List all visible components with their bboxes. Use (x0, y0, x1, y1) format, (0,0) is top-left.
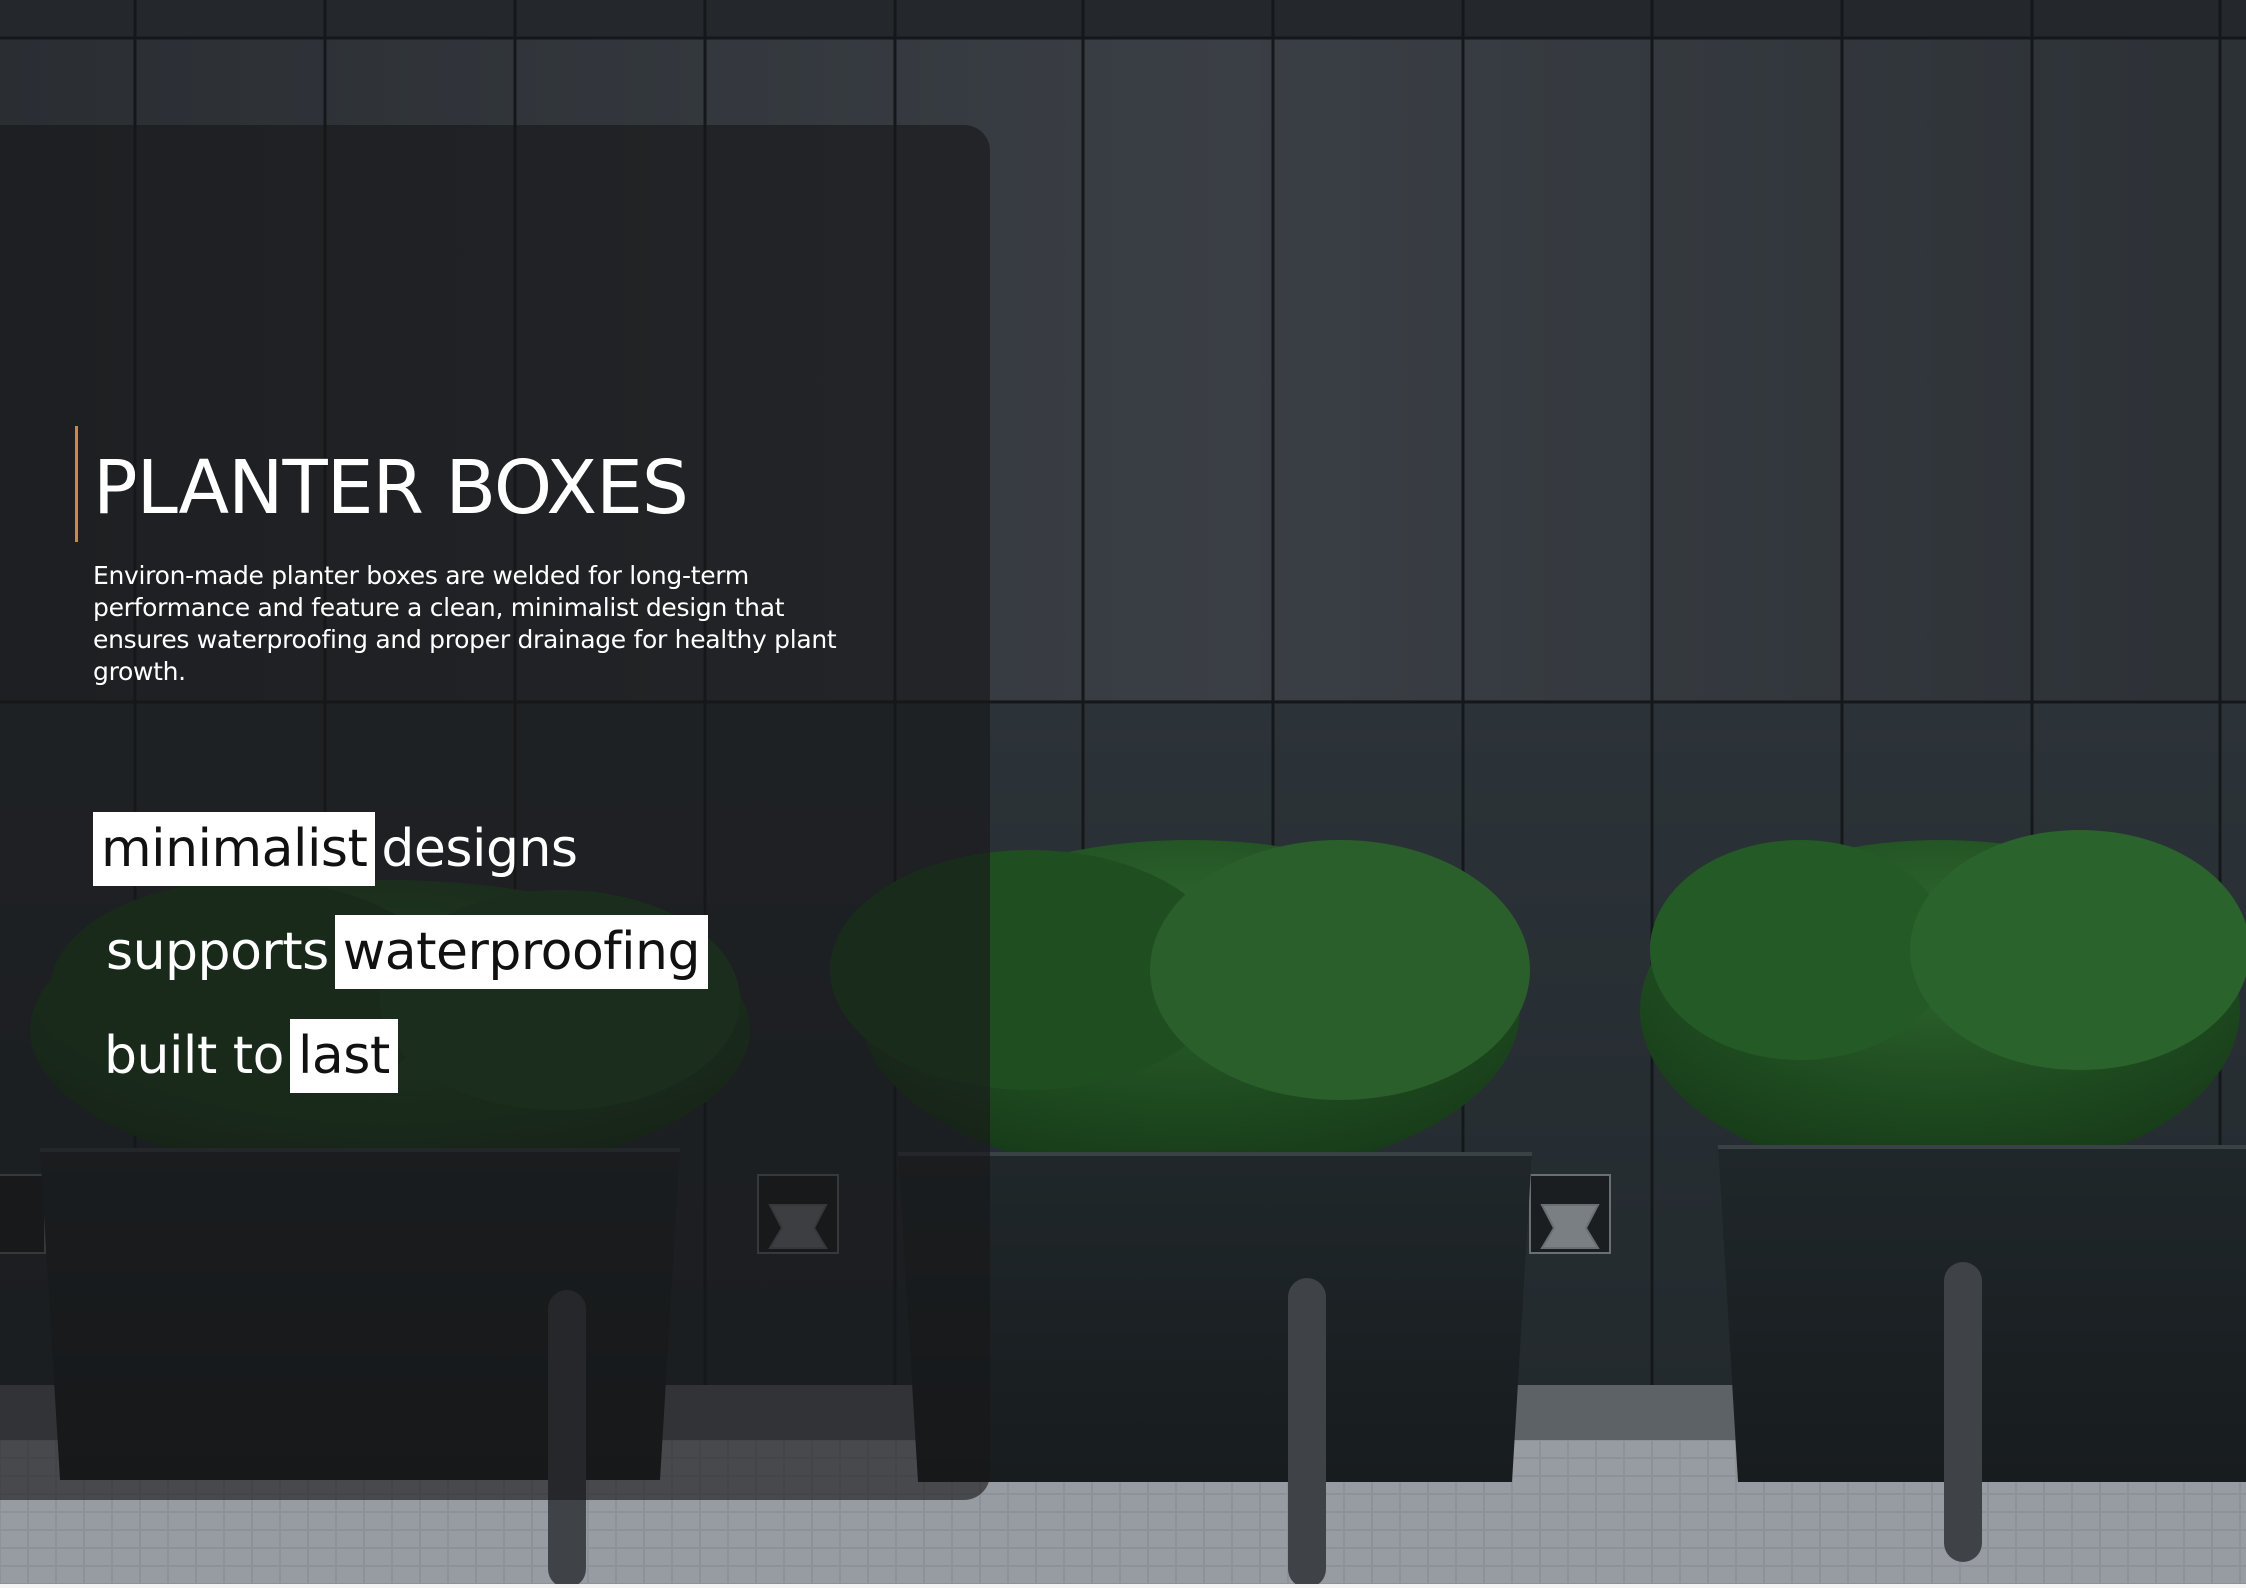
tagline-built-to-last: built to last (98, 1019, 398, 1093)
tagline-minimalist-designs: minimalist designs (93, 812, 584, 886)
tagline-text: designs (381, 819, 578, 879)
page-title: PLANTER BOXES (93, 445, 689, 531)
tagline-highlight: minimalist (93, 812, 376, 886)
tagline-highlight: last (289, 1019, 398, 1093)
tagline-text: built to (104, 1026, 284, 1086)
tagline-text: supports (106, 922, 329, 982)
product-description: Environ-made planter boxes are welded fo… (93, 561, 837, 686)
bottom-border (0, 1584, 2246, 1588)
tagline-highlight: waterproofing (334, 915, 708, 989)
title-accent-bar (75, 426, 78, 542)
tagline-supports-waterproofing: supports waterproofing (100, 915, 708, 989)
